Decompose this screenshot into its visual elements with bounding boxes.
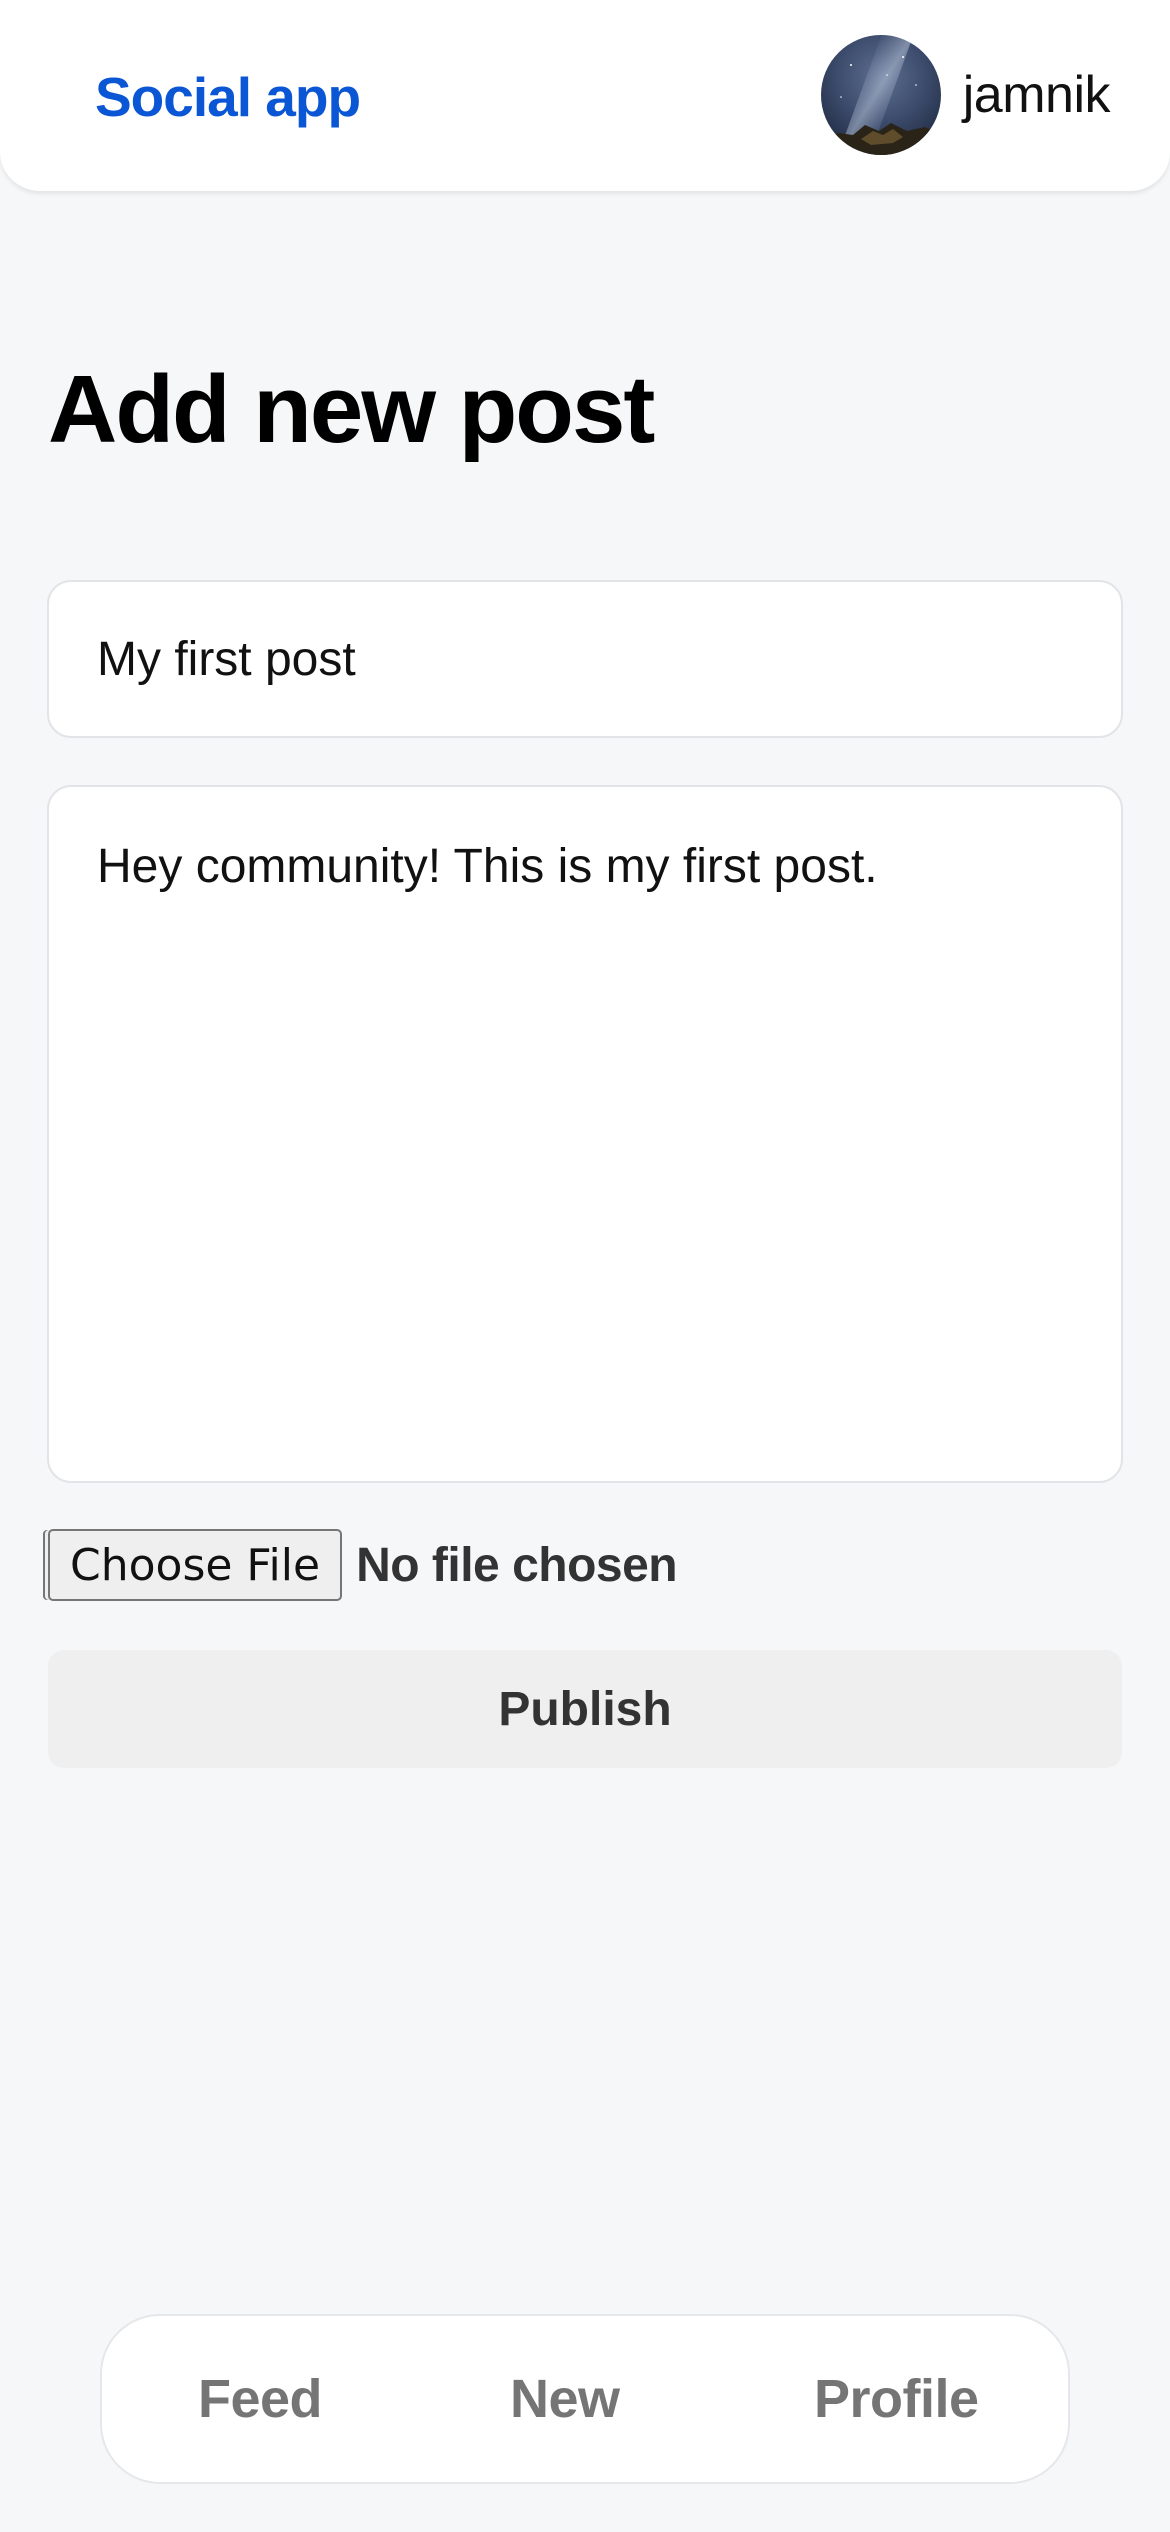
- bottom-nav: Feed New Profile: [100, 2314, 1070, 2484]
- username[interactable]: jamnik: [963, 65, 1111, 125]
- file-status: No file chosen: [356, 1538, 678, 1592]
- post-body-textarea[interactable]: Hey community! This is my first post.: [47, 785, 1123, 1483]
- nav-item-new[interactable]: New: [510, 2316, 620, 2482]
- nav-item-feed[interactable]: Feed: [198, 2316, 323, 2482]
- app-header: Social app jamnik: [0, 0, 1170, 192]
- publish-button[interactable]: Publish: [48, 1650, 1122, 1768]
- choose-file-button[interactable]: Choose File: [48, 1529, 343, 1601]
- file-picker: Choose File No file chosen: [48, 1528, 678, 1602]
- page-title: Add new post: [48, 356, 655, 463]
- nav-item-profile[interactable]: Profile: [814, 2316, 979, 2482]
- avatar[interactable]: [820, 35, 941, 155]
- post-title-input[interactable]: [47, 580, 1123, 738]
- app-brand[interactable]: Social app: [95, 62, 361, 132]
- user-menu[interactable]: jamnik: [820, 35, 1111, 155]
